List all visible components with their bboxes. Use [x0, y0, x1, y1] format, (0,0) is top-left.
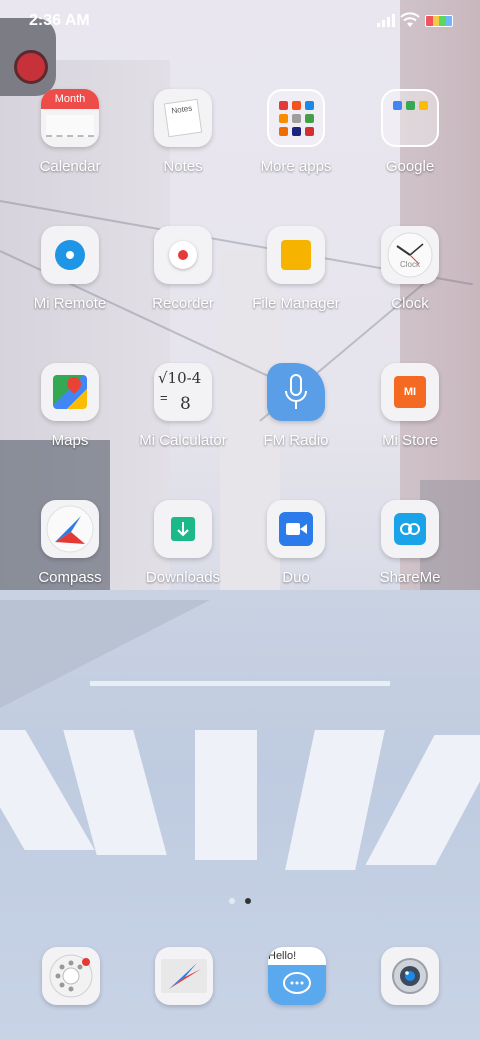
app-label: Recorder [152, 295, 214, 312]
shareme-icon [381, 500, 439, 558]
messages-icon[interactable]: Hello! [268, 947, 326, 1005]
page-indicator-dot-active[interactable] [245, 898, 251, 904]
calendar-month-text: Month [41, 89, 99, 109]
app-label: File Manager [252, 295, 340, 312]
mi-store-icon: MI [381, 363, 439, 421]
folder-google[interactable]: Google [355, 89, 465, 175]
app-label: Downloads [145, 569, 221, 586]
video-camera-icon [267, 500, 325, 558]
app-notes[interactable]: Notes Notes [128, 89, 238, 175]
download-icon [154, 500, 212, 558]
calendar-icon: Month [41, 89, 99, 147]
folder-more-apps[interactable]: More apps [241, 89, 351, 175]
app-label: Notes [163, 158, 203, 175]
app-file-manager[interactable]: File Manager [241, 226, 351, 312]
notes-paper-text: Notes [163, 98, 203, 138]
remote-icon [41, 226, 99, 284]
app-clock[interactable]: Clock Clock [355, 226, 465, 312]
app-label: More apps [260, 158, 332, 175]
clock-icon: Clock [381, 226, 439, 284]
wifi-icon [400, 12, 420, 27]
app-duo[interactable]: Duo [241, 500, 351, 586]
app-label: Mi Remote [33, 295, 107, 312]
signal-icon [377, 14, 395, 27]
camera-icon[interactable] [381, 947, 439, 1005]
phone-dialer-icon[interactable] [42, 947, 100, 1005]
app-mi-store[interactable]: MI Mi Store [355, 363, 465, 449]
status-time: 2:36 AM [29, 12, 90, 29]
app-compass[interactable]: Compass [15, 500, 125, 586]
wallpaper-crosswalk-stripe [195, 730, 257, 860]
app-calendar[interactable]: Month Calendar [15, 89, 125, 175]
app-label: ShareMe [379, 569, 441, 586]
app-label: Google [385, 158, 435, 175]
app-label: Mi Store [382, 432, 438, 449]
calculator-equals-text: = [160, 390, 168, 405]
notes-icon: Notes [154, 89, 212, 147]
calculator-result-text: 8 [180, 394, 191, 414]
app-downloads[interactable]: Downloads [128, 500, 238, 586]
status-bar: 2:36 AM [0, 0, 480, 44]
microphone-icon [267, 363, 325, 421]
app-label: Compass [38, 569, 102, 586]
folder-icon [267, 89, 325, 147]
browser-compass-icon[interactable] [155, 947, 213, 1005]
battery-icon [425, 15, 453, 27]
file-manager-icon [267, 226, 325, 284]
wallpaper-stopline [90, 681, 390, 686]
app-label: Calendar [39, 158, 101, 175]
app-label: Mi Calculator [139, 432, 227, 449]
compass-icon [41, 500, 99, 558]
calculator-icon: √10-4 = 8 [154, 363, 212, 421]
maps-icon [41, 363, 99, 421]
app-label: Duo [282, 569, 310, 586]
app-label: Clock [391, 295, 429, 312]
app-maps[interactable]: Maps [15, 363, 125, 449]
app-mi-remote[interactable]: Mi Remote [15, 226, 125, 312]
folder-icon [381, 89, 439, 147]
app-label: FM Radio [263, 432, 329, 449]
calculator-expression-text: √10-4 [158, 369, 202, 387]
clock-icon-text: Clock [399, 260, 420, 269]
app-recorder[interactable]: Recorder [128, 226, 238, 312]
app-label: Maps [51, 432, 89, 449]
app-shareme[interactable]: ShareMe [355, 500, 465, 586]
page-indicator-dot[interactable] [229, 898, 235, 904]
mi-logo-text: MI [394, 376, 426, 408]
recorder-icon [154, 226, 212, 284]
app-fm-radio[interactable]: FM Radio [241, 363, 351, 449]
app-mi-calculator[interactable]: √10-4 = 8 Mi Calculator [128, 363, 238, 449]
